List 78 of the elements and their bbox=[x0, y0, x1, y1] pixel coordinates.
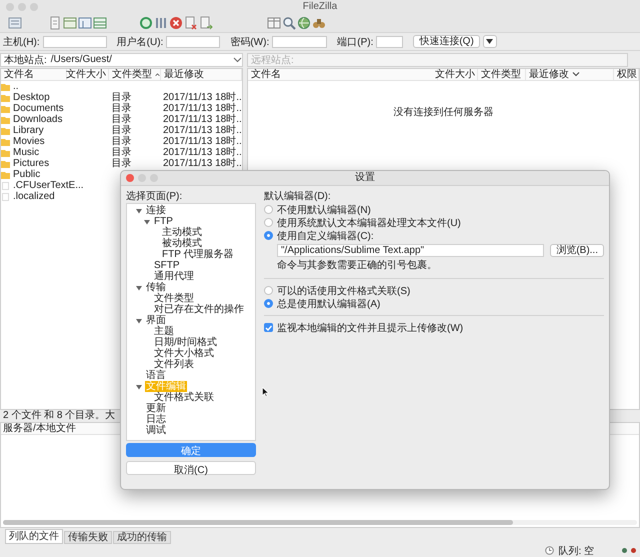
queue-tab[interactable]: 传输失败 bbox=[64, 531, 112, 544]
file-name: Movies bbox=[13, 136, 45, 147]
tree-item[interactable]: 主题 bbox=[153, 326, 175, 337]
option-label: 总是使用默认编辑器(A) bbox=[277, 298, 380, 310]
tree-item[interactable]: 通用代理 bbox=[153, 271, 195, 282]
file-name: Documents bbox=[13, 103, 64, 114]
tree-item[interactable]: FTP bbox=[153, 216, 174, 227]
tree-item[interactable]: 调试 bbox=[145, 425, 167, 436]
file-type: 目录 bbox=[110, 147, 132, 158]
option-label: 使用自定义编辑器(C): bbox=[277, 230, 374, 242]
tree-item[interactable]: 对已存在文件的操作 bbox=[153, 304, 245, 315]
tree-item[interactable]: 更新 bbox=[145, 403, 167, 414]
column-header[interactable]: 最近修改 bbox=[161, 69, 242, 80]
tree-item[interactable]: SFTP bbox=[153, 260, 181, 271]
site-label: 远程站点: bbox=[251, 54, 294, 66]
tree-item[interactable]: 文件大小格式 bbox=[153, 348, 215, 359]
dialog-title: 设置 bbox=[355, 171, 375, 185]
modified-date: 2017/11/13 18时... bbox=[162, 136, 242, 147]
window-title: FileZilla bbox=[302, 1, 338, 12]
empty-message: 没有连接到任何服务器 bbox=[394, 106, 494, 119]
command-field[interactable]: "/Applications/Sublime Text.app" bbox=[277, 244, 544, 257]
file-name: .CFUserTextE... bbox=[13, 180, 84, 191]
path-text: /Users/Guest/ bbox=[50, 54, 113, 65]
option-label: 可以的话使用文件格式关联(S) bbox=[277, 284, 410, 298]
status-text: 2 个文件 和 8 个目录。大 bbox=[3, 410, 116, 422]
column-header[interactable]: 最近修改 bbox=[526, 69, 614, 80]
tree-item[interactable]: 语言 bbox=[145, 370, 167, 381]
file-type: 目录 bbox=[110, 125, 132, 136]
file-name: Music bbox=[13, 147, 40, 158]
file-name: Desktop bbox=[13, 92, 50, 103]
file-name: Public bbox=[13, 169, 40, 180]
file-name: Library bbox=[13, 125, 44, 136]
site-label: 本地站点: bbox=[4, 54, 47, 66]
tree-item[interactable]: FTP 代理服务器 bbox=[161, 249, 234, 260]
field-label: 密码(W): bbox=[230, 36, 270, 48]
tree-item[interactable]: 日期/时间格式 bbox=[153, 337, 218, 348]
tree-item[interactable]: 连接 bbox=[145, 205, 167, 216]
tree-item[interactable]: 文件类型 bbox=[153, 293, 195, 304]
option-label: 监视本地编辑的文件并且提示上传修改(W) bbox=[277, 322, 464, 334]
file-name: .localized bbox=[13, 191, 55, 202]
modified-date: 2017/11/13 18时... bbox=[162, 158, 242, 169]
tree-item[interactable]: 被动模式 bbox=[161, 238, 203, 249]
section-label: 默认编辑器(D): bbox=[264, 190, 332, 203]
tree-item[interactable]: 日志 bbox=[145, 414, 167, 425]
queue-tab[interactable]: 列队的文件 bbox=[5, 529, 63, 544]
field-label: 主机(H): bbox=[3, 36, 40, 48]
tree-item[interactable]: 主动模式 bbox=[161, 227, 203, 238]
tree-item[interactable]: 文件格式关联 bbox=[153, 392, 215, 403]
file-type: 目录 bbox=[110, 114, 132, 125]
option-label: 不使用默认编辑器(N) bbox=[277, 204, 371, 216]
local-site-dropdown[interactable]: 本地站点: /Users/Guest/ bbox=[0, 52, 243, 66]
tree-item[interactable]: 界面 bbox=[145, 315, 167, 326]
browse-button[interactable]: 浏览(B)... bbox=[550, 244, 604, 257]
queue-status: 队列: 空 bbox=[558, 544, 594, 557]
file-name: Pictures bbox=[13, 158, 50, 169]
file-type: 目录 bbox=[110, 136, 132, 147]
file-type: 目录 bbox=[110, 103, 132, 114]
modified-date: 2017/11/13 18时... bbox=[162, 103, 242, 114]
modified-date: 2017/11/13 18时... bbox=[162, 147, 242, 158]
section-label: 选择页面(P): bbox=[126, 190, 184, 203]
queue-tab[interactable]: 成功的传输 bbox=[113, 531, 171, 544]
cancel-button[interactable]: 取消(C) bbox=[126, 461, 256, 475]
modified-date: 2017/11/13 18时... bbox=[162, 125, 242, 136]
column-header[interactable]: 权限 bbox=[614, 69, 639, 80]
option-label: 使用系统默认文本编辑器处理文本文件(U) bbox=[277, 216, 461, 230]
tree-item[interactable]: 文件列表 bbox=[153, 359, 195, 370]
file-type: 目录 bbox=[110, 158, 132, 169]
quickconnect-button[interactable]: 快速连接(Q) bbox=[413, 35, 480, 48]
file-name: Downloads bbox=[13, 114, 62, 125]
modified-date: 2017/11/13 18时... bbox=[162, 92, 242, 103]
hint-text: 命令与其参数需要正确的引号包裹。 bbox=[277, 259, 437, 273]
column-header[interactable]: 服务器/本地文件 bbox=[1, 423, 76, 434]
tree-item[interactable]: 传输 bbox=[145, 282, 167, 293]
field-label: 端口(P): bbox=[337, 36, 374, 48]
file-name: .. bbox=[13, 81, 19, 92]
modified-date: 2017/11/13 18时... bbox=[162, 114, 242, 125]
file-type: 目录 bbox=[110, 92, 132, 103]
field-label: 用户名(U): bbox=[116, 36, 164, 48]
